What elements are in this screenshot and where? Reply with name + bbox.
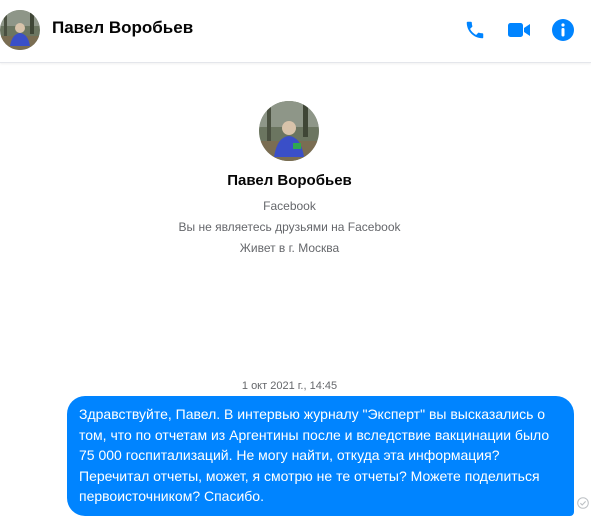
phone-icon	[466, 21, 484, 39]
conversation-info-button[interactable]	[549, 16, 577, 44]
sent-message-bubble[interactable]: Здравствуйте, Павел. В интервью журналу …	[67, 396, 574, 516]
sent-check-icon	[577, 497, 589, 509]
avatar-photo	[0, 10, 40, 50]
call-button[interactable]	[461, 16, 489, 44]
messenger-conversation: Павел Воробьев Павел Воробьев Facebook В…	[0, 0, 591, 520]
info-icon	[552, 19, 574, 41]
contact-name[interactable]: Павел Воробьев	[52, 17, 193, 39]
profile-friend-status: Вы не являетесь друзьями на Facebook	[178, 220, 401, 234]
profile-platform: Facebook	[263, 199, 316, 213]
video-call-button[interactable]	[505, 16, 533, 44]
profile-location: Живет в г. Москва	[239, 241, 340, 255]
avatar-photo	[259, 101, 319, 161]
profile-name: Павел Воробьев	[227, 172, 352, 189]
message-timestamp: 1 окт 2021 г., 14:45	[241, 380, 338, 392]
video-camera-icon	[508, 23, 530, 37]
conversation-header: Павел Воробьев	[0, 0, 591, 63]
avatar[interactable]	[0, 10, 40, 50]
profile-avatar[interactable]	[259, 101, 319, 161]
